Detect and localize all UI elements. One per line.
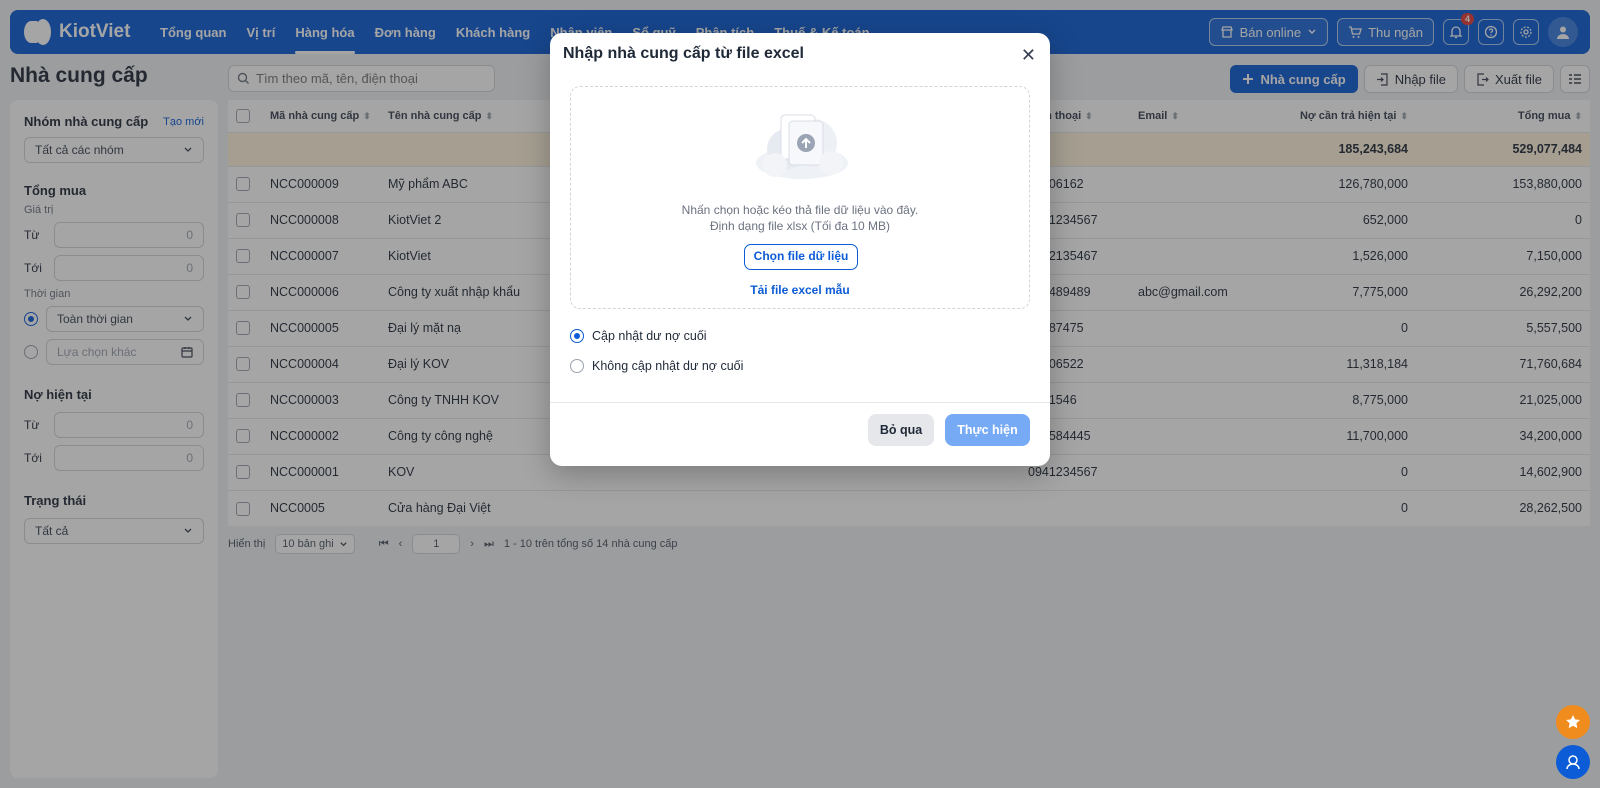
submit-button[interactable]: Thực hiện bbox=[945, 414, 1030, 446]
dialog-divider bbox=[550, 402, 1050, 403]
support-fab[interactable] bbox=[1556, 745, 1590, 779]
update-debt-option[interactable]: Cập nhật dư nợ cuối bbox=[570, 329, 707, 343]
download-template-link[interactable]: Tải file excel mẫu bbox=[571, 283, 1029, 297]
choose-file-button[interactable]: Chọn file dữ liệu bbox=[744, 244, 858, 270]
drop-instruction: Nhấn chọn hoặc kéo thả file dữ liệu vào … bbox=[681, 203, 919, 217]
cloud-upload-icon bbox=[756, 114, 848, 179]
import-supplier-dialog: Nhập nhà cung cấp từ file excel ✕ Nhấn c… bbox=[550, 33, 1050, 466]
no-update-debt-option[interactable]: Không cập nhật dư nợ cuối bbox=[570, 359, 743, 373]
no-update-debt-label: Không cập nhật dư nợ cuối bbox=[592, 359, 744, 373]
star-icon bbox=[1566, 715, 1580, 729]
support-agent-icon bbox=[1566, 755, 1580, 770]
cancel-button[interactable]: Bỏ qua bbox=[868, 414, 934, 446]
close-icon[interactable]: ✕ bbox=[1021, 46, 1036, 64]
update-debt-radio[interactable] bbox=[570, 329, 584, 343]
file-drop-zone[interactable]: Nhấn chọn hoặc kéo thả file dữ liệu vào … bbox=[570, 86, 1030, 309]
no-update-debt-radio[interactable] bbox=[570, 359, 584, 373]
file-format-hint: Định dạng file xlsx (Tối đa 10 MB) bbox=[709, 219, 891, 233]
dialog-title: Nhập nhà cung cấp từ file excel bbox=[563, 45, 804, 62]
update-debt-label: Cập nhật dư nợ cuối bbox=[592, 329, 707, 343]
favorite-fab[interactable] bbox=[1556, 705, 1590, 739]
